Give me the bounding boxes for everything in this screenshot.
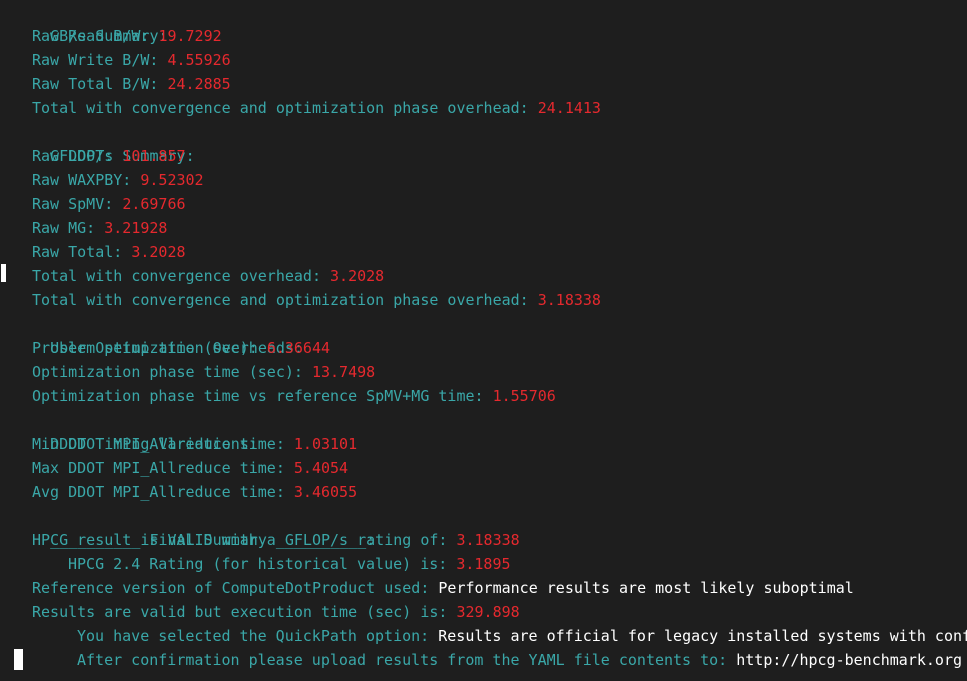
- metric-value: 5.4054: [293, 459, 349, 477]
- ref-version-line: Reference version of ComputeDotProduct u…: [32, 576, 854, 600]
- metric-value: 3.21928: [104, 219, 168, 237]
- raw-spmv-line: Raw SpMV: 2.69766: [32, 192, 186, 216]
- upload-line: After confirmation please upload results…: [77, 648, 962, 672]
- gbs-total-opt-line: Total with convergence and optimization …: [32, 96, 601, 120]
- rating-line: HPCG 2.4 Rating (for historical value) i…: [68, 552, 511, 576]
- upload-url-link[interactable]: http://hpcg-benchmark.org: [736, 651, 962, 669]
- metric-label: Total with convergence and optimization …: [32, 99, 538, 117]
- raw-total-line: Raw Total: 3.2028: [32, 240, 186, 264]
- raw-mg-line: Raw MG: 3.21928: [32, 216, 167, 240]
- metric-label: Raw Total B/W:: [32, 75, 168, 93]
- opt-vs-ref-line: Optimization phase time vs reference SpM…: [32, 384, 556, 408]
- terminal-output: GB/s Summary: Raw Read B/W: 19.7292 Raw …: [0, 0, 967, 681]
- metric-value: 101.857: [122, 147, 186, 165]
- scroll-marker: [1, 264, 6, 282]
- metric-value: 1.03101: [293, 435, 358, 453]
- metric-label: Optimization phase time vs reference SpM…: [32, 387, 493, 405]
- metric-label: Raw Write B/W:: [32, 51, 168, 69]
- user-opt-header: User Optimization Overheads:: [14, 312, 303, 357]
- metric-label: Raw Read B/W:: [32, 27, 159, 45]
- metric-value: 1.55706: [492, 387, 556, 405]
- metric-label: Raw SpMV:: [32, 195, 123, 213]
- metric-label: Reference version of ComputeDotProduct u…: [32, 579, 439, 597]
- metric-value: 19.7292: [158, 27, 222, 45]
- metric-value: 24.2885: [167, 75, 231, 93]
- metric-label: Raw DDOT:: [32, 147, 123, 165]
- metric-label: Problem setup time (sec):: [32, 339, 267, 357]
- metric-value: 13.7498: [311, 363, 376, 381]
- terminal-cursor: [14, 649, 23, 670]
- gbs-summary-header: GB/s Summary:: [14, 0, 167, 45]
- metric-value: 3.2028: [131, 243, 186, 261]
- metric-label: Raw MG:: [32, 219, 105, 237]
- metric-label: You have selected the QuickPath option:: [77, 627, 439, 645]
- avg-ddot-line: Avg DDOT MPI_Allreduce time: 3.46055: [32, 480, 357, 504]
- setup-time-line: Problem setup time (sec): 6.36644: [32, 336, 330, 360]
- metric-label: Raw Total:: [32, 243, 132, 261]
- metric-label: HPCG 2.4 Rating (for historical value) i…: [68, 555, 457, 573]
- min-ddot-line: Min DDOT MPI_Allreduce time: 1.03101: [32, 432, 357, 456]
- metric-label: Avg DDOT MPI_Allreduce time:: [32, 483, 294, 501]
- message-text: Performance results are most likely subo…: [438, 579, 854, 597]
- metric-label: Min DDOT MPI_Allreduce time:: [32, 435, 294, 453]
- metric-label: HPCG result is VALID with a GFLOP/s rati…: [32, 531, 457, 549]
- metric-label: After confirmation please upload results…: [77, 651, 737, 669]
- raw-waxpby-line: Raw WAXPBY: 9.52302: [32, 168, 204, 192]
- metric-value: 3.18338: [537, 291, 601, 309]
- metric-label: Raw WAXPBY:: [32, 171, 141, 189]
- metric-value: 24.1413: [537, 99, 601, 117]
- message-text: Results are official for legacy installe…: [438, 627, 967, 645]
- raw-read-line: Raw Read B/W: 19.7292: [32, 24, 222, 48]
- raw-write-line: Raw Write B/W: 4.55926: [32, 48, 231, 72]
- max-ddot-line: Max DDOT MPI_Allreduce time: 5.4054: [32, 456, 348, 480]
- metric-value: 6.36644: [266, 339, 331, 357]
- total-conv-line: Total with convergence overhead: 3.2028: [32, 264, 384, 288]
- opt-phase-line: Optimization phase time (sec): 13.7498: [32, 360, 375, 384]
- gflops-summary-header: GFLOP/s Summary:: [14, 120, 195, 165]
- metric-value: 9.52302: [140, 171, 204, 189]
- result-valid-line: HPCG result is VALID with a GFLOP/s rati…: [32, 528, 520, 552]
- metric-label: Results are valid but execution time (se…: [32, 603, 457, 621]
- metric-label: Max DDOT MPI_Allreduce time:: [32, 459, 294, 477]
- raw-total-bw-line: Raw Total B/W: 24.2885: [32, 72, 231, 96]
- quickpath-line: You have selected the QuickPath option: …: [77, 624, 967, 648]
- ddot-timing-header: DDOT Timing Variations:: [14, 408, 258, 453]
- final-summary-header: __________ Final Summary __________:: [14, 504, 375, 549]
- metric-value: 2.69766: [122, 195, 186, 213]
- gflops-total-opt-line: Total with convergence and optimization …: [32, 288, 601, 312]
- metric-value: 3.1895: [456, 555, 511, 573]
- metric-label: Total with convergence overhead:: [32, 267, 331, 285]
- exec-time-line: Results are valid but execution time (se…: [32, 600, 520, 624]
- metric-label: Optimization phase time (sec):: [32, 363, 312, 381]
- metric-label: Total with convergence and optimization …: [32, 291, 538, 309]
- metric-value: 4.55926: [167, 51, 231, 69]
- metric-value: 329.898: [456, 603, 520, 621]
- metric-value: 3.18338: [456, 531, 520, 549]
- raw-ddot-line: Raw DDOT: 101.857: [32, 144, 186, 168]
- metric-value: 3.46055: [293, 483, 358, 501]
- metric-value: 3.2028: [330, 267, 385, 285]
